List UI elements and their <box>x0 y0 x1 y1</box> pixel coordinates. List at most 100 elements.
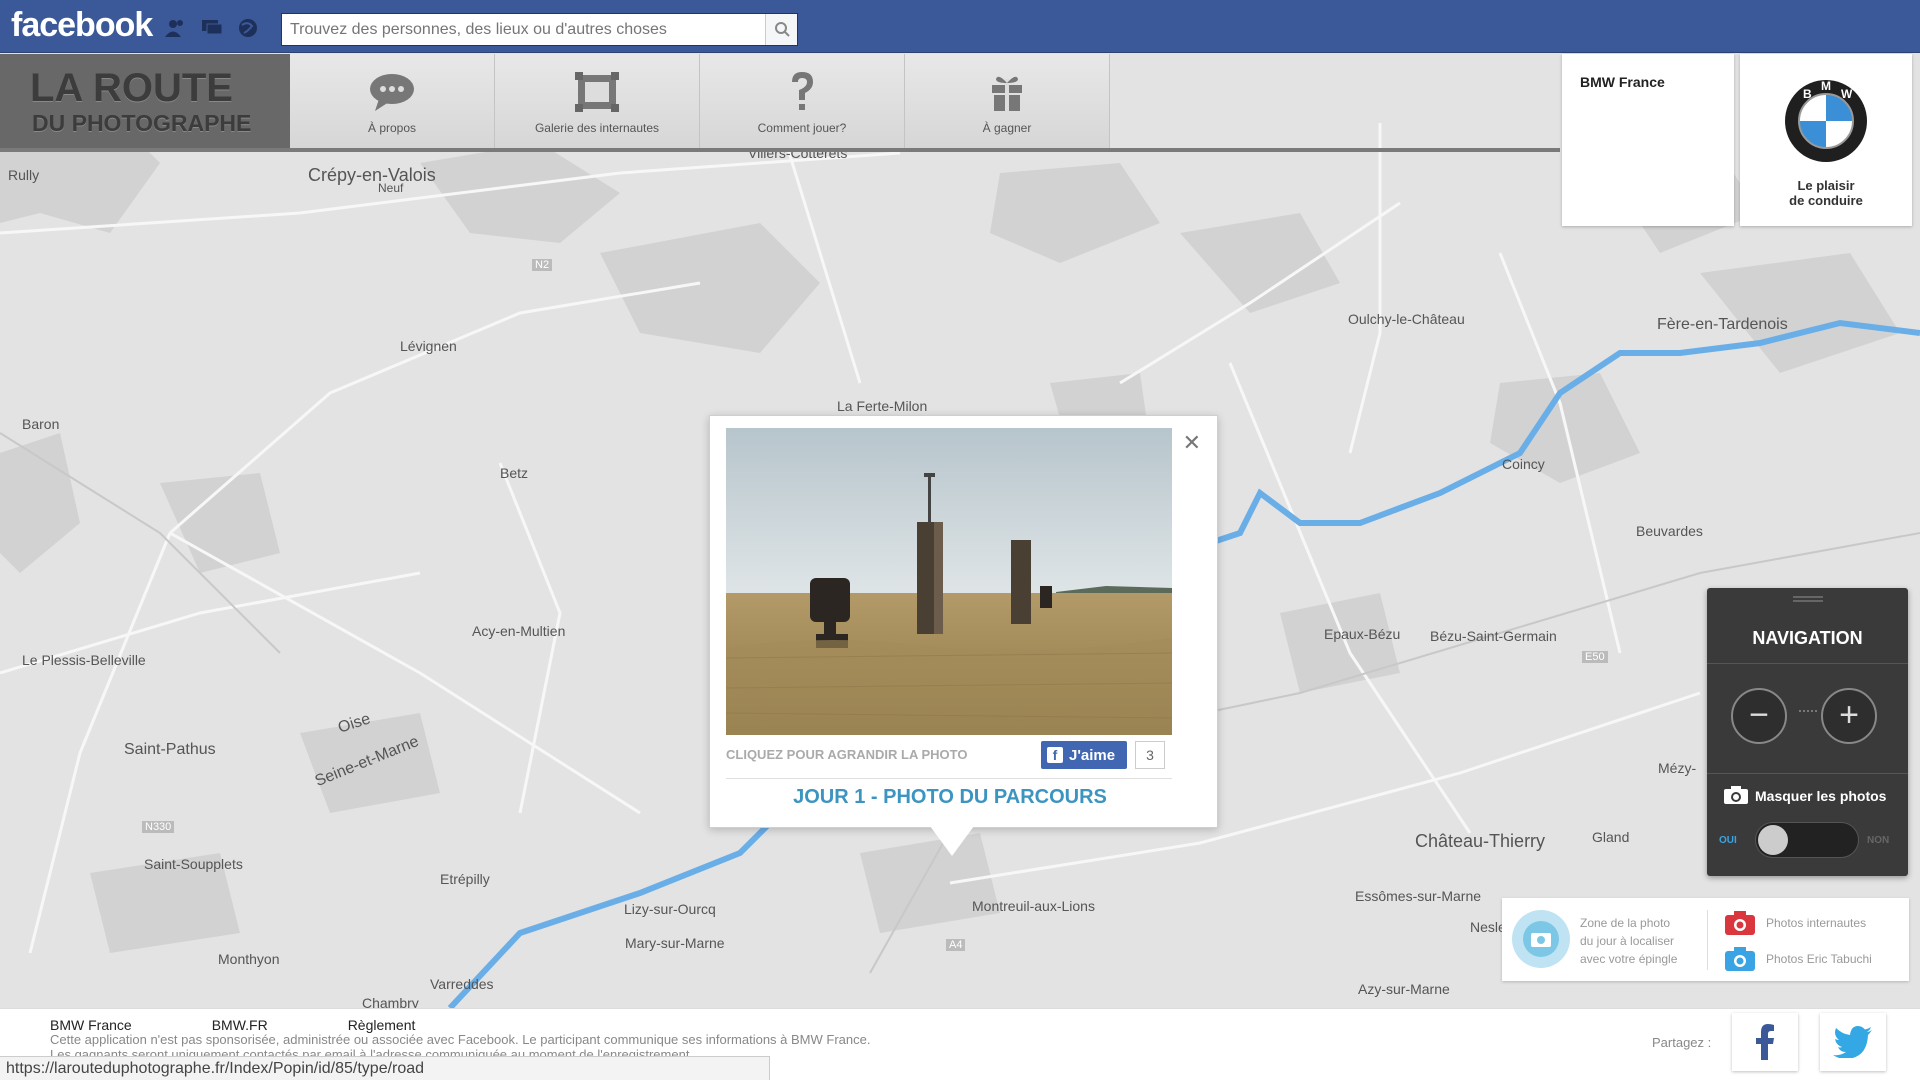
place-label: Oulchy-le-Château <box>1348 311 1465 327</box>
place-label: Epaux-Bézu <box>1324 626 1401 642</box>
search-icon <box>775 22 790 37</box>
navigation-title: NAVIGATION <box>1752 628 1863 648</box>
road-label: N2 <box>532 259 553 271</box>
gallery-frame-icon <box>572 69 622 115</box>
road-label: N330 <box>142 821 175 833</box>
nav-label: À gagner <box>982 121 1032 135</box>
zone-line-3: avec votre épingle <box>1580 952 1678 966</box>
zoom-in-button[interactable]: + <box>1821 688 1877 744</box>
bmw-france-page-box[interactable]: BMW France <box>1562 54 1734 226</box>
place-label: Mézy- <box>1658 760 1697 776</box>
svg-text:M: M <box>1821 79 1831 93</box>
blue-camera-icon <box>1725 947 1755 971</box>
search-button[interactable] <box>765 14 797 45</box>
bmw-logo-box[interactable]: B M W Le plaisir de conduire <box>1740 54 1912 226</box>
notifications-globe-icon[interactable] <box>236 17 260 39</box>
question-mark-icon <box>777 69 827 115</box>
place-label: Etrépilly <box>440 871 490 887</box>
browser-status-url: https://larouteduphotographe.fr/Index/Po… <box>0 1056 770 1080</box>
place-label: Betz <box>500 465 529 481</box>
place-label: Rully <box>8 167 40 183</box>
share-facebook-button[interactable] <box>1732 1013 1798 1071</box>
place-label: Acy-en-Multien <box>472 623 566 639</box>
facebook-icon <box>1756 1024 1774 1060</box>
road-label: A4 <box>946 939 966 951</box>
nav-label: Galerie des internautes <box>534 121 660 135</box>
legend-divider <box>1707 910 1708 970</box>
like-button[interactable]: f J'aime <box>1041 741 1127 769</box>
hide-photos-toggle[interactable] <box>1755 822 1859 858</box>
messages-icon[interactable] <box>200 17 224 39</box>
enlarge-photo-hint[interactable]: CLIQUEZ POUR AGRANDIR LA PHOTO <box>726 747 967 762</box>
drag-handle-icon[interactable] <box>1793 596 1823 602</box>
legend-tabuchi-label: Photos Eric Tabuchi <box>1766 952 1872 966</box>
svg-text:B: B <box>1803 87 1812 101</box>
place-label: Château-Thierry <box>1415 831 1546 851</box>
legend-internautes-label: Photos internautes <box>1766 916 1867 930</box>
place-label: Essômes-sur-Marne <box>1355 888 1482 904</box>
bmw-tagline-line-2: de conduire <box>1789 193 1863 208</box>
nav-gallery[interactable]: Galerie des internautes <box>495 54 700 150</box>
toggle-off-label: NON <box>1867 835 1890 846</box>
like-count: 3 <box>1135 741 1165 769</box>
divider <box>1707 773 1908 774</box>
speech-bubble-icon <box>367 69 417 115</box>
share-twitter-button[interactable] <box>1820 1013 1886 1071</box>
brand-page-name: BMW France <box>1580 74 1665 90</box>
place-label: Fère-en-Tardenois <box>1657 316 1788 333</box>
footer-link-reglement[interactable]: Règlement <box>348 1017 416 1033</box>
place-label: Beuvardes <box>1636 523 1703 539</box>
popup-pointer <box>930 826 974 856</box>
bmw-tagline-line-1: Le plaisir <box>1797 178 1855 193</box>
day-photo[interactable] <box>726 428 1172 735</box>
nav-label: Comment jouer? <box>757 121 847 135</box>
road-label: E50 <box>1582 651 1608 663</box>
map-legend: Zone de la photo du jour à localiser ave… <box>1502 898 1909 981</box>
nav-how-to-play[interactable]: Comment jouer? <box>700 54 905 150</box>
facebook-top-bar: facebook <box>0 0 1920 53</box>
friend-requests-icon[interactable] <box>164 17 188 39</box>
place-label: La Ferte-Milon <box>837 398 928 414</box>
bmw-tagline: Le plaisir de conduire <box>1740 178 1912 208</box>
zone-line-1: Zone de la photo <box>1580 916 1671 930</box>
zone-line-2: du jour à localiser <box>1580 934 1675 948</box>
place-label: Le Plessis-Belleville <box>22 652 146 668</box>
footer-link-bmw-fr[interactable]: BMW.FR <box>212 1017 268 1033</box>
search-input[interactable] <box>282 14 762 45</box>
legend-internautes: Photos internautes <box>1724 910 1866 936</box>
red-camera-icon <box>1725 911 1755 935</box>
svg-text:W: W <box>1841 87 1853 101</box>
place-label: Saint-Soupplets <box>144 856 243 872</box>
bmw-logo: B M W <box>1785 79 1867 162</box>
header-shadow <box>0 148 1560 152</box>
place-label: Azy-sur-Marne <box>1358 981 1450 997</box>
divider <box>1707 663 1908 664</box>
zoom-out-button[interactable]: − <box>1731 688 1787 744</box>
nav-prizes[interactable]: À gagner <box>905 54 1110 150</box>
facebook-search-box <box>281 13 798 46</box>
toggle-knob[interactable] <box>1758 825 1788 855</box>
place-label: Nesle <box>1470 919 1506 935</box>
place-label: Mary-sur-Marne <box>625 935 725 951</box>
place-label: Varreddes <box>430 976 494 992</box>
facebook-f-icon: f <box>1047 747 1063 763</box>
place-label: Gland <box>1592 829 1630 845</box>
place-label: Crépy-en-Valois <box>308 165 436 185</box>
popup-divider <box>726 778 1172 779</box>
app-nav: À propos Galerie des internautes Comment… <box>290 54 1110 150</box>
zone-description: Zone de la photo du jour à localiser ave… <box>1580 914 1677 968</box>
nav-about[interactable]: À propos <box>290 54 495 150</box>
app-logo[interactable]: LA ROUTE DU PHOTOGRAPHE <box>0 54 290 150</box>
place-label: Bézu-Saint-Germain <box>1430 628 1557 644</box>
footer-link-bmw-france[interactable]: BMW France <box>50 1017 132 1033</box>
logo-line-1: LA ROUTE <box>30 66 233 110</box>
photo-popup: ✕ CLIQUEZ POUR AGRANDIR LA PHOTO f J'aim… <box>709 415 1218 828</box>
place-label: Coincy <box>1502 456 1545 472</box>
hide-photos-label: Masquer les photos <box>1755 788 1887 804</box>
place-label: Lévignen <box>400 338 457 354</box>
close-icon[interactable]: ✕ <box>1183 430 1201 456</box>
legal-line-1: Cette application n'est pas sponsorisée,… <box>50 1032 871 1047</box>
facebook-jewels <box>164 17 260 39</box>
like-label: J'aime <box>1069 746 1116 764</box>
facebook-logo[interactable]: facebook <box>11 6 153 45</box>
